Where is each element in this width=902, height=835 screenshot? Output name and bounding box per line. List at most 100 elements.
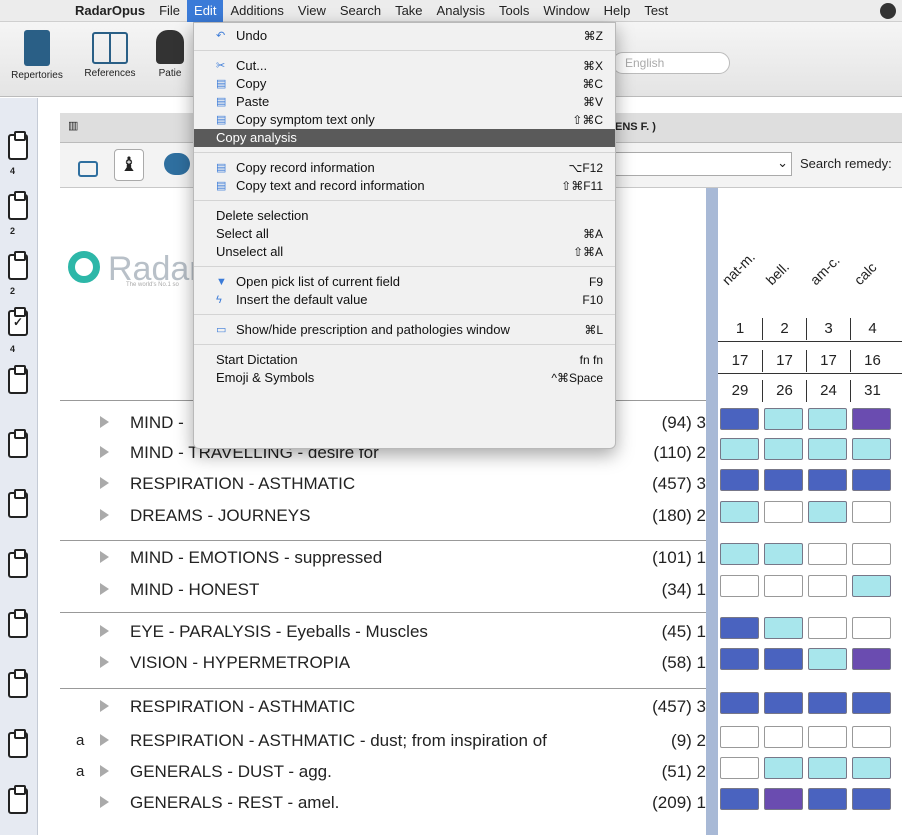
grade-cell[interactable] <box>720 543 759 565</box>
grade-cell[interactable] <box>852 617 891 639</box>
grade-cell[interactable] <box>764 692 803 714</box>
menu-item-copy[interactable]: ▤ Copy ⌘C <box>194 75 615 93</box>
grade-cell[interactable] <box>852 788 891 810</box>
menu-item-start-dictation[interactable]: Start Dictation fn fn <box>194 351 615 369</box>
menu-item-emoji-symbols[interactable]: Emoji & Symbols ^⌘Space <box>194 369 615 387</box>
remedy-name[interactable]: am-c. <box>807 252 843 288</box>
grade-cell[interactable] <box>720 692 759 714</box>
expand-triangle-icon[interactable] <box>100 656 109 668</box>
rubric-row[interactable]: RESPIRATION - ASTHMATIC (457) 3 <box>60 472 706 498</box>
grade-cell[interactable] <box>852 575 891 597</box>
menu-window[interactable]: Window <box>536 0 596 22</box>
expand-triangle-icon[interactable] <box>100 625 109 637</box>
language-search-field[interactable]: English <box>612 52 730 74</box>
menu-item-unselect-all[interactable]: Unselect all ⇧⌘A <box>194 243 615 261</box>
menu-view[interactable]: View <box>291 0 333 22</box>
clipboard-icon[interactable] <box>8 785 28 814</box>
rubric-row[interactable]: DREAMS - JOURNEYS (180) 2 <box>60 504 706 530</box>
expand-triangle-icon[interactable] <box>100 734 109 746</box>
grade-cell[interactable] <box>808 438 847 460</box>
grade-cell[interactable] <box>852 501 891 523</box>
clipboard-icon[interactable] <box>8 251 28 280</box>
menu-item-copy-symptom-text-only[interactable]: ▤ Copy symptom text only ⇧⌘C <box>194 111 615 129</box>
rubric-row[interactable]: EYE - PARALYSIS - Eyeballs - Muscles (45)… <box>60 620 706 646</box>
grade-cell[interactable] <box>808 692 847 714</box>
grade-cell[interactable] <box>720 617 759 639</box>
grade-cell[interactable] <box>852 469 891 491</box>
clipboard-icon[interactable] <box>8 131 28 160</box>
grade-cell[interactable] <box>808 726 847 748</box>
menu-item-copy-record-information[interactable]: ▤ Copy record information ⌥F12 <box>194 159 615 177</box>
grade-cell[interactable] <box>720 757 759 779</box>
expand-triangle-icon[interactable] <box>100 416 109 428</box>
expand-triangle-icon[interactable] <box>100 446 109 458</box>
grade-cell[interactable] <box>808 501 847 523</box>
clipboard-icon[interactable] <box>8 669 28 698</box>
grade-cell[interactable] <box>764 617 803 639</box>
rubric-row[interactable]: RESPIRATION - ASTHMATIC (457) 3 <box>60 695 706 721</box>
rubric-row[interactable]: VISION - HYPERMETROPIA (58) 1 <box>60 651 706 677</box>
clipboard-icon[interactable] <box>8 489 28 518</box>
grade-cell[interactable] <box>808 757 847 779</box>
remedy-name[interactable]: calc <box>851 259 880 288</box>
menu-tools[interactable]: Tools <box>492 0 536 22</box>
expand-triangle-icon[interactable] <box>100 583 109 595</box>
clipboard-icon[interactable] <box>8 609 28 638</box>
grade-cell[interactable] <box>720 408 759 430</box>
menu-item-select-all[interactable]: Select all ⌘A <box>194 225 615 243</box>
rubric-row[interactable]: GENERALS - REST - amel. (209) 1 <box>60 791 706 817</box>
grade-cell[interactable] <box>808 469 847 491</box>
patients-button[interactable]: Patie <box>150 28 190 79</box>
grade-cell[interactable] <box>720 726 759 748</box>
expand-triangle-icon[interactable] <box>100 765 109 777</box>
remedy-name[interactable]: nat-m. <box>719 249 758 288</box>
clipboard-icon[interactable] <box>8 429 28 458</box>
status-tray-icon[interactable] <box>880 3 896 19</box>
grade-cell[interactable] <box>808 408 847 430</box>
grade-cell[interactable] <box>720 648 759 670</box>
grade-cell[interactable] <box>764 408 803 430</box>
grade-cell[interactable] <box>808 617 847 639</box>
grade-cell[interactable] <box>764 788 803 810</box>
clipboard-icon[interactable] <box>8 365 28 394</box>
cloud-icon[interactable] <box>164 153 190 175</box>
menu-radaropus[interactable]: RadarOpus <box>68 0 152 22</box>
expand-triangle-icon[interactable] <box>100 700 109 712</box>
grade-cell[interactable] <box>764 648 803 670</box>
menu-take[interactable]: Take <box>388 0 429 22</box>
menu-item-insert-the-default-value[interactable]: ϟ Insert the default value F10 <box>194 291 615 309</box>
grade-cell[interactable] <box>764 575 803 597</box>
grade-cell[interactable] <box>852 543 891 565</box>
grade-cell[interactable] <box>852 757 891 779</box>
repertories-button[interactable]: Repertories <box>2 28 72 81</box>
grade-cell[interactable] <box>764 438 803 460</box>
grade-cell[interactable] <box>852 726 891 748</box>
clipboard-check-icon[interactable] <box>8 307 28 336</box>
grade-cell[interactable] <box>720 438 759 460</box>
clipboard-icon[interactable] <box>8 729 28 758</box>
expand-triangle-icon[interactable] <box>100 509 109 521</box>
grade-cell[interactable] <box>720 469 759 491</box>
menu-item-cut[interactable]: ✂ Cut... ⌘X <box>194 57 615 75</box>
references-button[interactable]: References <box>78 28 142 79</box>
menu-item-delete-selection[interactable]: Delete selection <box>194 207 615 225</box>
clipboard-icon[interactable] <box>8 191 28 220</box>
grade-cell[interactable] <box>852 692 891 714</box>
grade-cell[interactable] <box>808 543 847 565</box>
rubric-row[interactable]: a RESPIRATION - ASTHMATIC - dust; from in… <box>60 729 706 755</box>
grade-cell[interactable] <box>808 575 847 597</box>
menu-item-copy-text-and-record-information[interactable]: ▤ Copy text and record information ⇧⌘F11 <box>194 177 615 195</box>
expand-triangle-icon[interactable] <box>100 796 109 808</box>
grade-cell[interactable] <box>808 648 847 670</box>
grade-cell[interactable] <box>720 788 759 810</box>
grade-cell[interactable] <box>808 788 847 810</box>
chart-icon[interactable]: ▥ <box>68 119 78 132</box>
menu-help[interactable]: Help <box>597 0 638 22</box>
expand-triangle-icon[interactable] <box>100 551 109 563</box>
grade-cell[interactable] <box>852 438 891 460</box>
rubric-row[interactable]: MIND - EMOTIONS - suppressed (101) 1 <box>60 546 706 572</box>
grade-cell[interactable] <box>852 648 891 670</box>
grade-cell[interactable] <box>720 575 759 597</box>
rubric-row[interactable]: MIND - HONEST (34) 1 <box>60 578 706 604</box>
menu-item-show-hide-prescription-and-pathologies-window[interactable]: ▭ Show/hide prescription and pathologies … <box>194 321 615 339</box>
